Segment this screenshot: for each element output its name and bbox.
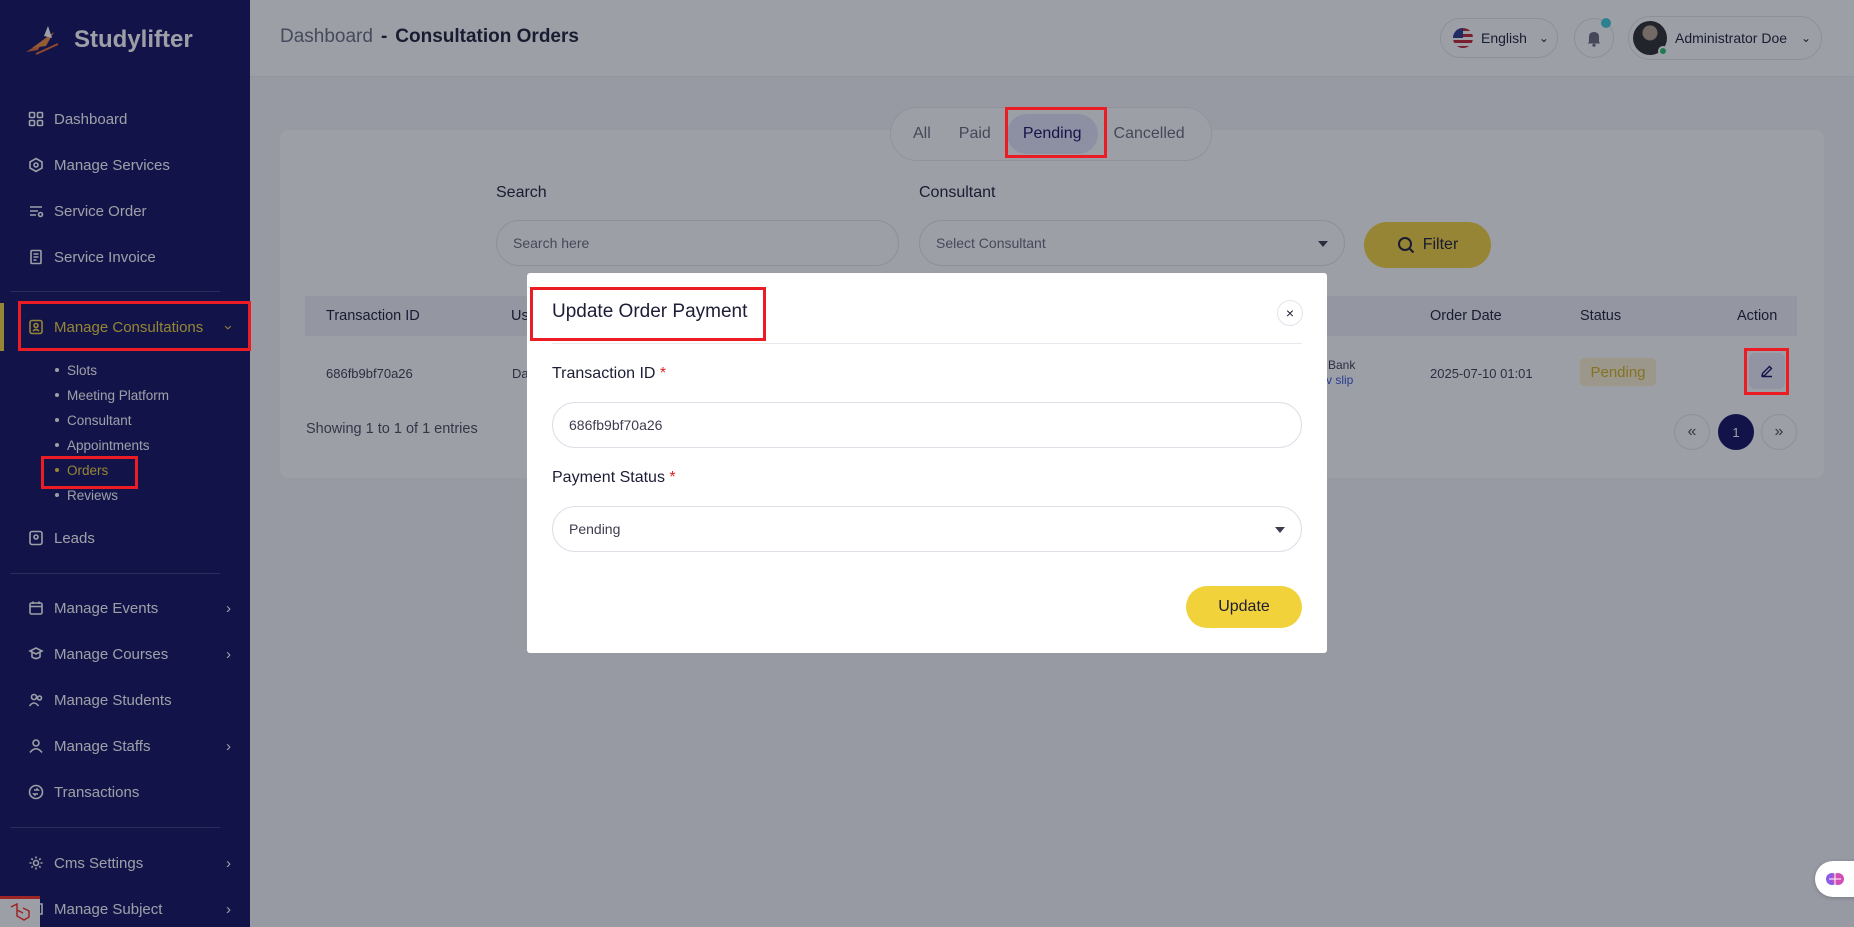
update-button[interactable]: Update: [1186, 586, 1302, 628]
modal-divider: [552, 343, 1302, 344]
transaction-id-label: Transaction ID *: [552, 365, 666, 383]
transaction-id-value: 686fb9bf70a26: [569, 417, 663, 433]
transaction-id-label-text: Transaction ID: [552, 365, 656, 382]
required-mark: *: [659, 365, 667, 382]
assistant-button[interactable]: [1815, 861, 1854, 897]
update-button-label: Update: [1218, 598, 1270, 615]
payment-status-value: Pending: [569, 521, 621, 537]
modal-title: Update Order Payment: [552, 301, 748, 322]
payment-status-label: Payment Status *: [552, 469, 676, 487]
payment-status-label-text: Payment Status: [552, 469, 665, 486]
caret-down-icon: [1275, 527, 1285, 533]
update-order-payment-modal: Update Order Payment × Transaction ID * …: [527, 273, 1327, 653]
required-mark: *: [669, 469, 676, 486]
close-icon[interactable]: ×: [1277, 300, 1303, 326]
payment-status-select[interactable]: Pending: [552, 506, 1302, 552]
transaction-id-field[interactable]: 686fb9bf70a26: [552, 402, 1302, 448]
brain-icon: [1826, 873, 1844, 885]
